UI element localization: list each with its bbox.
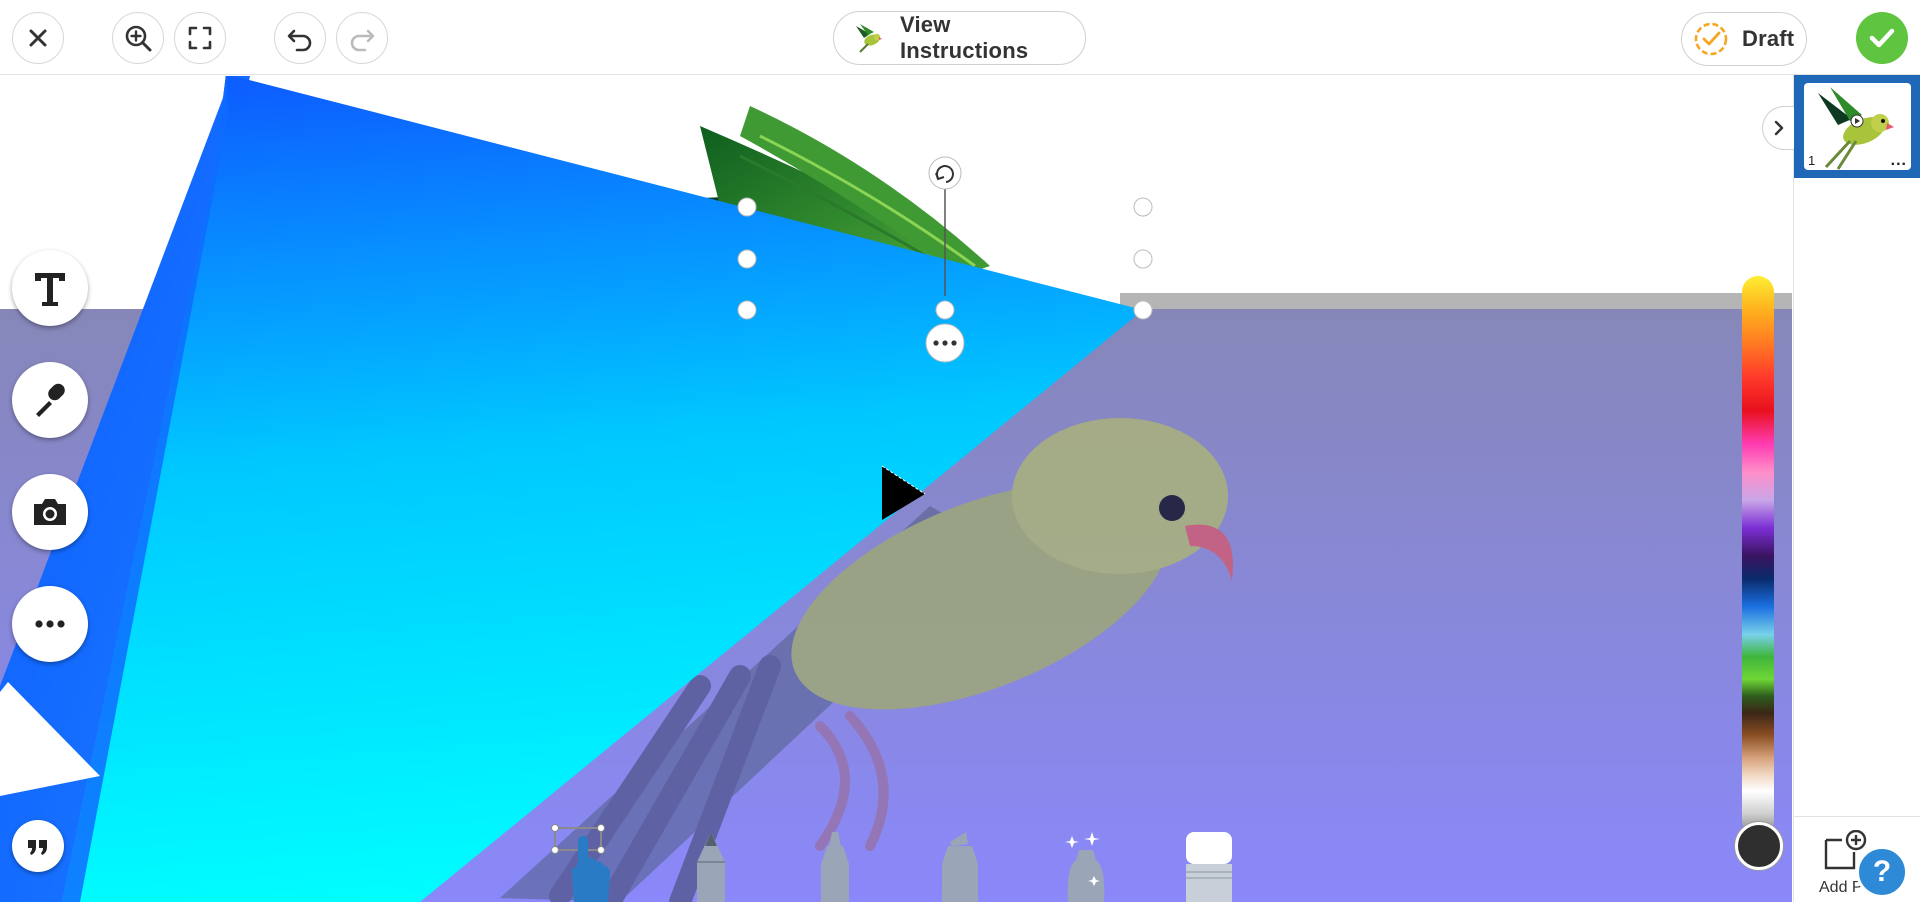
marker-tool[interactable] [932, 832, 988, 902]
undo-icon [287, 29, 312, 52]
microphone-tool-button[interactable] [12, 362, 88, 438]
quote-icon [28, 840, 47, 855]
more-tools-button[interactable] [12, 586, 88, 662]
quote-tool-button[interactable] [12, 820, 64, 872]
done-button[interactable] [1856, 12, 1908, 64]
help-button[interactable]: ? [1856, 846, 1908, 898]
view-instructions-label: View Instructions [899, 12, 1029, 63]
marker-icon [942, 832, 978, 902]
microphone-icon [36, 383, 65, 417]
page-thumbnail-1[interactable]: 1 ... [1794, 75, 1920, 178]
camera-tool-button[interactable] [12, 474, 88, 550]
drawing-canvas[interactable] [0, 76, 1792, 902]
eraser-tool[interactable] [1182, 832, 1238, 902]
fullscreen-button[interactable] [174, 12, 226, 64]
glitter-icon [1065, 832, 1105, 902]
draft-label: Draft [1742, 26, 1795, 51]
add-page-label: Add P [1819, 879, 1863, 896]
redo-button[interactable] [336, 12, 388, 64]
eraser-icon [1186, 832, 1232, 902]
shape-more-options-button[interactable] [925, 323, 965, 363]
draft-status-icon [1694, 22, 1728, 56]
page-more-button[interactable]: ... [1891, 152, 1907, 170]
top-toolbar: View Instructions Draft [0, 0, 1920, 75]
chevron-right-icon [1774, 120, 1783, 136]
page-thumbnail-image: 1 ... [1804, 83, 1911, 170]
close-button[interactable] [12, 12, 64, 64]
select-hand-tool[interactable] [550, 822, 620, 902]
pencil-tool[interactable] [683, 832, 739, 902]
canvas-scene [0, 76, 1792, 902]
more-icon [35, 620, 65, 628]
pencil-icon [697, 832, 725, 902]
check-icon [1869, 28, 1895, 48]
pen-tool[interactable] [807, 832, 863, 902]
text-icon [35, 273, 65, 306]
selected-color-swatch[interactable] [1735, 822, 1783, 870]
zoom-in-icon [125, 25, 152, 52]
panel-divider [1793, 816, 1920, 817]
zoom-button[interactable] [112, 12, 164, 64]
redo-icon [350, 29, 375, 52]
camera-icon [34, 499, 66, 525]
draft-button[interactable]: Draft [1681, 12, 1807, 66]
pen-icon [821, 832, 849, 902]
color-palette-slider[interactable] [1742, 276, 1774, 836]
rotate-handle[interactable] [928, 156, 962, 190]
select-hand-icon [551, 824, 610, 902]
parrot-thumbnail-icon [855, 24, 882, 53]
fullscreen-icon [188, 26, 212, 50]
text-tool-button[interactable] [12, 250, 88, 326]
view-instructions-button[interactable]: View Instructions [833, 11, 1086, 65]
help-icon: ? [1872, 855, 1892, 888]
grey-strip [1120, 293, 1792, 309]
undo-button[interactable] [274, 12, 326, 64]
page-number: 1 [1808, 153, 1816, 168]
pages-panel: 1 ... [1793, 75, 1920, 902]
close-icon [29, 29, 47, 47]
glitter-tool[interactable] [1058, 832, 1114, 902]
